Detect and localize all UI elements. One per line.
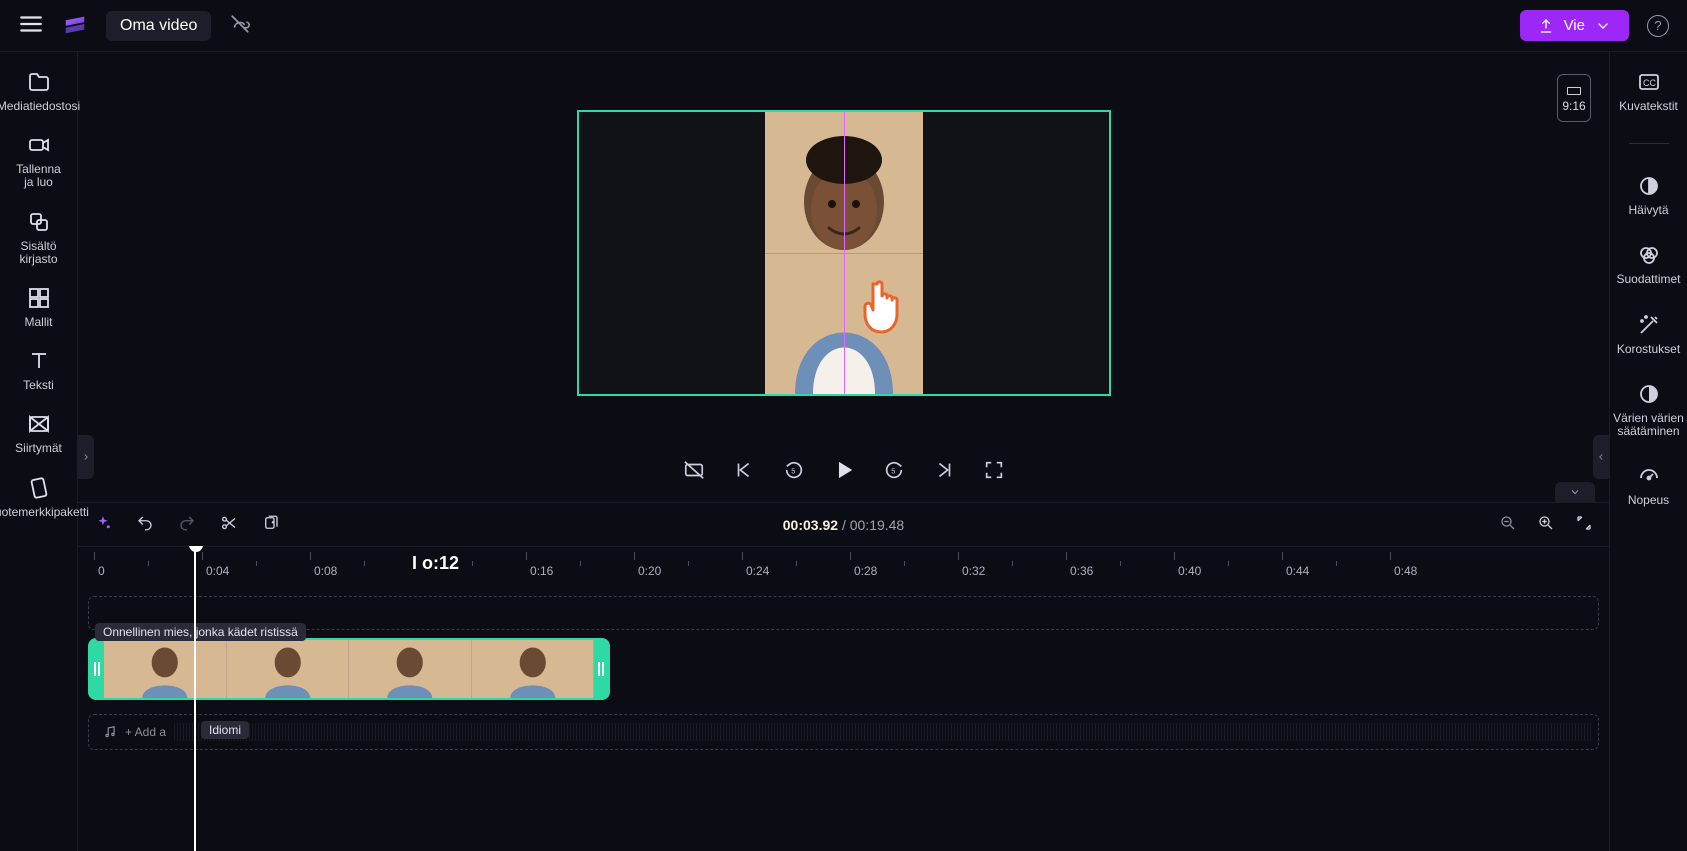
sidebar-label: Korostukset <box>1617 343 1680 356</box>
ruler-tick: 0:40 <box>1178 564 1201 578</box>
preview-canvas[interactable] <box>579 112 1109 394</box>
sidebar-label: Tuotemerkkipaketti <box>0 506 89 519</box>
playhead[interactable] <box>194 546 196 851</box>
aspect-ratio-button[interactable]: 9:16 <box>1557 74 1591 122</box>
ruler-tick: 0:24 <box>746 564 769 578</box>
tooltip: Idiomi <box>201 721 249 739</box>
aspect-rect-icon <box>1567 87 1581 95</box>
sidebar-item-library[interactable]: Sisältö kirjasto <box>0 210 77 266</box>
safe-zone-toggle[interactable] <box>683 459 705 484</box>
clip-trim-handle-left[interactable] <box>90 640 104 698</box>
sidebar-label: Tallenna ja luo <box>16 163 61 189</box>
ruler-tick: 0:36 <box>1070 564 1093 578</box>
sidebar-label: Mediatiedostosi <box>0 100 80 113</box>
clip-name-tooltip: Onnellinen mies, jonka kädet ristissä <box>95 623 306 641</box>
sidebar-item-effects[interactable]: Korostukset <box>1610 313 1687 356</box>
sidebar-item-captions[interactable]: CC Kuvatekstit <box>1610 70 1687 113</box>
skip-start-button[interactable] <box>733 459 755 484</box>
duplicate-button[interactable] <box>262 514 280 535</box>
collapse-timeline-button[interactable] <box>1555 482 1595 502</box>
export-button[interactable]: Vie <box>1520 10 1629 41</box>
sidebar-item-templates[interactable]: Mallit <box>0 286 77 329</box>
current-time: 00:03.92 <box>783 517 838 533</box>
clip-thumbnails <box>104 640 594 698</box>
audio-track-dropzone[interactable]: + Add a Idiomi <box>88 714 1599 750</box>
sidebar-label: Siirtymät <box>15 442 62 455</box>
ruler-tick: 0:32 <box>962 564 985 578</box>
sidebar-item-color-adjust[interactable]: Värien värien säätäminen <box>1610 382 1687 438</box>
menu-button[interactable] <box>18 11 44 40</box>
ruler-tick: 0:44 <box>1286 564 1309 578</box>
svg-text:5: 5 <box>791 466 795 475</box>
text-track-dropzone[interactable]: Onnellinen mies, jonka kädet ristissä <box>88 596 1599 630</box>
alignment-guide-horizontal <box>765 253 923 254</box>
audio-waveform <box>174 723 1592 741</box>
sidebar-label: Nopeus <box>1628 494 1669 507</box>
clip-trim-handle-right[interactable] <box>594 640 608 698</box>
sidebar-label: Teksti <box>23 379 54 392</box>
rewind-5-button[interactable]: 5 <box>783 459 805 484</box>
sidebar-item-record[interactable]: Tallenna ja luo <box>0 133 77 189</box>
expand-right-panel-button[interactable] <box>1593 435 1609 479</box>
timecode-display: 00:03.92 / 00:19.48 <box>783 517 904 533</box>
ruler-tick-focused: I o:12 <box>412 553 459 574</box>
sidebar-item-fade[interactable]: Häivytä <box>1610 174 1687 217</box>
sidebar-item-filters[interactable]: Suodattimet <box>1610 243 1687 286</box>
zoom-in-button[interactable] <box>1537 514 1555 535</box>
svg-text:5: 5 <box>891 466 895 475</box>
fullscreen-button[interactable] <box>983 459 1005 484</box>
ruler-tick: 0:08 <box>314 564 337 578</box>
total-time: 00:19.48 <box>850 517 905 533</box>
divider <box>1629 143 1669 144</box>
sidebar-label: Värien värien säätäminen <box>1613 412 1684 438</box>
skip-end-button[interactable] <box>933 459 955 484</box>
sidebar-label: Suodattimet <box>1616 273 1680 286</box>
sidebar-label: Mallit <box>24 316 52 329</box>
fit-timeline-button[interactable] <box>1575 514 1593 535</box>
undo-button[interactable] <box>136 514 154 535</box>
sidebar-label: Kuvatekstit <box>1619 100 1678 113</box>
music-note-icon <box>103 725 117 739</box>
ruler-tick: 0:28 <box>854 564 877 578</box>
redo-button[interactable] <box>178 514 196 535</box>
sidebar-label: Häivytä <box>1628 204 1668 217</box>
ruler-tick: 0:04 <box>206 564 229 578</box>
sidebar-item-text[interactable]: Teksti <box>0 349 77 392</box>
export-button-label: Vie <box>1564 17 1585 34</box>
sidebar-label: Sisältö kirjasto <box>19 240 57 266</box>
svg-text:CC: CC <box>1643 78 1656 88</box>
help-button[interactable]: ? <box>1647 15 1669 37</box>
ruler-tick: 0:48 <box>1394 564 1417 578</box>
ruler-tick: 0:20 <box>638 564 661 578</box>
ruler-tick: 0 <box>98 564 105 578</box>
split-button[interactable] <box>220 514 238 535</box>
play-button[interactable] <box>833 459 855 484</box>
aspect-ratio-label: 9:16 <box>1562 99 1585 113</box>
ruler-tick: 0:16 <box>530 564 553 578</box>
ai-sparkle-button[interactable] <box>94 514 112 535</box>
project-title[interactable]: Oma video <box>106 11 211 41</box>
zoom-out-button[interactable] <box>1499 514 1517 535</box>
forward-5-button[interactable]: 5 <box>883 459 905 484</box>
sidebar-item-speed[interactable]: Nopeus <box>1610 464 1687 507</box>
sidebar-item-transitions[interactable]: Siirtymät <box>0 412 77 455</box>
audio-placeholder-text: + Add a <box>125 725 166 739</box>
sidebar-item-brandkit[interactable]: Tuotemerkkipaketti <box>0 476 77 519</box>
video-clip[interactable] <box>88 638 610 700</box>
sync-off-icon[interactable] <box>229 13 251 38</box>
sidebar-item-media[interactable]: Mediatiedostosi <box>0 70 77 113</box>
app-logo-icon <box>62 11 88 40</box>
hand-cursor-icon <box>857 274 913 337</box>
timeline-ruler[interactable]: 0 0:04 0:08 I o:12 0:16 0:20 0:24 0:28 0… <box>78 546 1609 582</box>
